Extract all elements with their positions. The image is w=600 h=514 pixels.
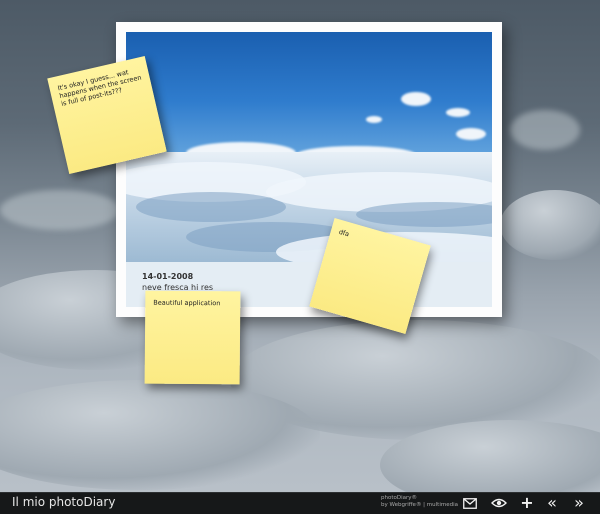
bottom-toolbar: Il mio photoDiary photoDiary® by Webgrif… (0, 492, 600, 514)
add-note-button[interactable]: + (518, 495, 536, 511)
app-credit: photoDiary® by Webgriffe® | multimedia (381, 495, 458, 509)
photo-card[interactable]: 14-01-2008 neve fresca hi res (116, 22, 502, 317)
sticky-note-text: Beautiful application (153, 298, 221, 308)
previous-button[interactable]: « (543, 495, 561, 511)
app-title: Il mio photoDiary (12, 495, 116, 509)
view-button[interactable] (490, 495, 508, 511)
photo-date: 14-01-2008 (142, 272, 194, 281)
credit-line-2: by Webgriffe® | multimedia (381, 502, 458, 508)
eye-icon (491, 498, 507, 508)
sticky-note[interactable]: Beautiful application (144, 290, 241, 385)
photo-image (126, 32, 492, 262)
credit-line-1: photoDiary® (381, 495, 418, 501)
next-button[interactable]: » (570, 495, 588, 511)
mail-icon (463, 498, 477, 509)
mail-button[interactable] (461, 495, 479, 511)
